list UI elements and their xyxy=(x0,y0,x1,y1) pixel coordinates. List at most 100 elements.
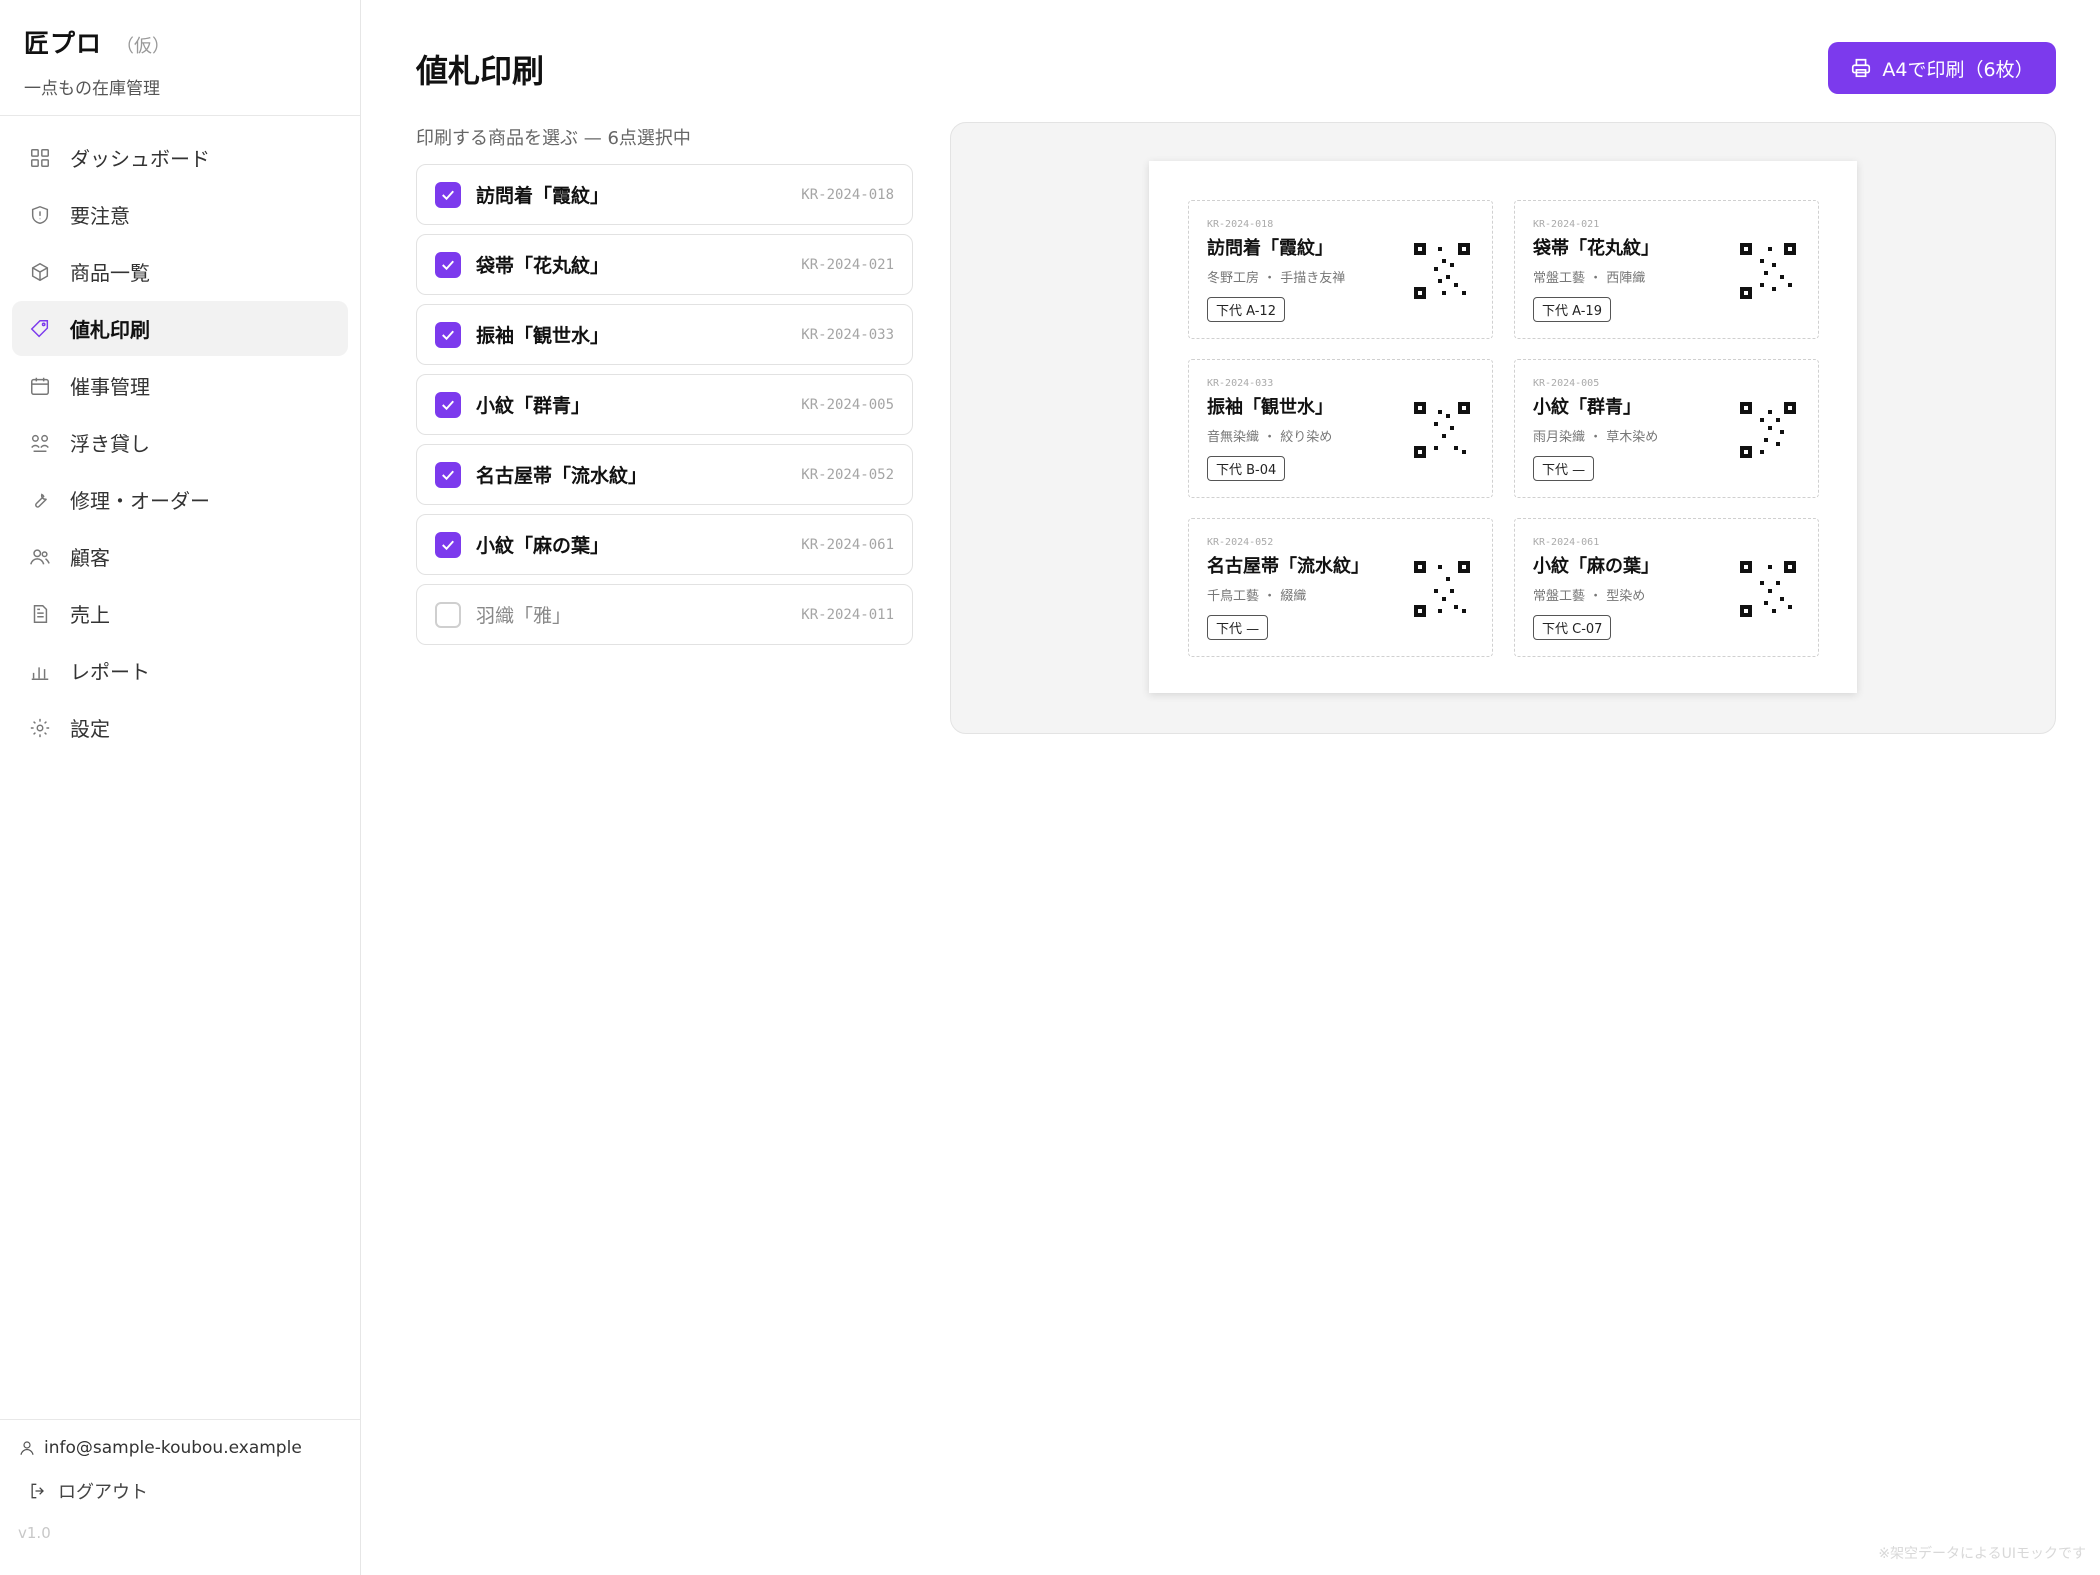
item-name: 羽織「雅」 xyxy=(476,605,572,627)
print-a4-button[interactable]: A4で印刷（6枚） xyxy=(1828,42,2056,94)
user-icon xyxy=(20,1441,34,1455)
users-icon xyxy=(28,545,52,569)
item-checkbox[interactable] xyxy=(435,601,461,628)
selection-summary: 印刷する商品を選ぶ — 6点選択中 xyxy=(416,128,691,149)
print-button-label: A4で印刷（6枚） xyxy=(1882,58,2034,81)
price-tag: KR-2024-005 小紋「群青」 雨月染織 ・ 草木染め 下代 — xyxy=(1514,359,1819,498)
tag-code: KR-2024-018 xyxy=(1207,219,1274,230)
sidebar-item-sales[interactable]: 売上 xyxy=(12,586,348,641)
user-account: info@sample-koubou.example xyxy=(18,1438,342,1458)
app-subtitle: 一点もの在庫管理 xyxy=(24,79,160,99)
app-title: 匠プロ xyxy=(24,29,103,58)
item-code: KR-2024-033 xyxy=(801,326,894,343)
sidebar-item-label: 要注意 xyxy=(70,204,130,228)
print-preview: KR-2024-018 訪問着「霞紋」 冬野工房 ・ 手描き友禅 下代 A-12… xyxy=(950,122,2056,734)
sidebar-nav: ダッシュボード 要注意 商品一覧 値札印刷 催事管理 浮き貸し 修理・オーダー xyxy=(0,116,360,771)
sidebar-item-label: ダッシュボード xyxy=(70,147,210,171)
sidebar-item-reports[interactable]: レポート xyxy=(12,643,348,698)
sidebar: 匠プロ （仮） 一点もの在庫管理 ダッシュボード 要注意 商品一覧 値札印刷 催… xyxy=(0,0,361,1575)
sidebar-item-products[interactable]: 商品一覧 xyxy=(12,244,348,299)
price-tag: KR-2024-061 小紋「麻の葉」 常盤工藝 ・ 型染め 下代 C-07 xyxy=(1514,518,1819,657)
qr-code-icon xyxy=(1414,402,1470,458)
wrench-icon xyxy=(28,488,52,512)
qr-code-icon xyxy=(1740,561,1796,617)
price-tag: KR-2024-052 名古屋帯「流水紋」 千鳥工藝 ・ 綴織 下代 — xyxy=(1188,518,1493,657)
item-checkbox[interactable] xyxy=(435,391,461,418)
sidebar-item-dashboard[interactable]: ダッシュボード xyxy=(12,130,348,185)
item-code: KR-2024-021 xyxy=(801,256,894,273)
tag-icon xyxy=(28,317,52,341)
list-item[interactable]: 名古屋帯「流水紋」 KR-2024-052 xyxy=(416,444,913,505)
tag-code: KR-2024-052 xyxy=(1207,537,1274,548)
printer-icon xyxy=(1852,58,1871,78)
box-icon xyxy=(28,260,52,284)
logout-label: ログアウト xyxy=(58,1482,148,1503)
page-title: 値札印刷 xyxy=(416,52,545,90)
list-item[interactable]: 羽織「雅」 KR-2024-011 xyxy=(416,584,913,645)
qr-code-icon xyxy=(1740,402,1796,458)
tag-code: KR-2024-033 xyxy=(1207,378,1274,389)
item-name: 袋帯「花丸紋」 xyxy=(476,255,610,277)
list-item[interactable]: 小紋「麻の葉」 KR-2024-061 xyxy=(416,514,913,575)
sidebar-item-repairs[interactable]: 修理・オーダー xyxy=(12,472,348,527)
sidebar-item-alerts[interactable]: 要注意 xyxy=(12,187,348,242)
tag-price: 下代 — xyxy=(1533,456,1595,481)
item-name: 小紋「群青」 xyxy=(476,395,591,417)
tag-price: 下代 A-12 xyxy=(1207,297,1285,322)
user-email: info@sample-koubou.example xyxy=(44,1438,302,1458)
tag-price: 下代 A-19 xyxy=(1533,297,1611,322)
sidebar-footer: info@sample-koubou.example ログアウト v1.0 xyxy=(0,1419,360,1575)
item-code: KR-2024-005 xyxy=(801,396,894,413)
check-icon xyxy=(442,330,454,340)
list-item[interactable]: 訪問着「霞紋」 KR-2024-018 xyxy=(416,164,913,225)
list-item[interactable]: 振袖「観世水」 KR-2024-033 xyxy=(416,304,913,365)
item-code: KR-2024-052 xyxy=(801,466,894,483)
sidebar-item-consignment[interactable]: 浮き貸し xyxy=(12,415,348,470)
sidebar-item-label: 修理・オーダー xyxy=(70,489,210,513)
item-checkbox[interactable] xyxy=(435,531,461,558)
list-item[interactable]: 袋帯「花丸紋」 KR-2024-021 xyxy=(416,234,913,295)
price-tag: KR-2024-018 訪問着「霞紋」 冬野工房 ・ 手描き友禅 下代 A-12 xyxy=(1188,200,1493,339)
check-icon xyxy=(442,190,454,200)
sidebar-item-label: レポート xyxy=(70,660,150,684)
item-name: 訪問着「霞紋」 xyxy=(476,185,610,207)
item-name: 名古屋帯「流水紋」 xyxy=(476,465,648,487)
item-name: 小紋「麻の葉」 xyxy=(476,535,610,557)
app-version: v1.0 xyxy=(18,1524,51,1542)
price-tag: KR-2024-033 振袖「観世水」 音無染織 ・ 絞り染め 下代 B-04 xyxy=(1188,359,1493,498)
item-code: KR-2024-011 xyxy=(801,606,894,623)
check-icon xyxy=(442,400,454,410)
sidebar-item-price-tags[interactable]: 値札印刷 xyxy=(12,301,348,356)
sidebar-item-label: 商品一覧 xyxy=(70,261,150,285)
tag-price: 下代 B-04 xyxy=(1207,456,1286,481)
grid-icon xyxy=(28,146,52,170)
sidebar-item-label: 値札印刷 xyxy=(70,318,150,342)
share-icon xyxy=(28,431,52,455)
sidebar-item-customers[interactable]: 顧客 xyxy=(12,529,348,584)
sidebar-item-label: 設定 xyxy=(70,717,110,741)
item-checkbox[interactable] xyxy=(435,321,461,348)
mock-footnote: ※架空データによるUIモックです xyxy=(1878,1546,2086,1562)
sidebar-item-label: 浮き貸し xyxy=(70,432,150,456)
sidebar-item-events[interactable]: 催事管理 xyxy=(12,358,348,413)
product-select-list: 訪問着「霞紋」 KR-2024-018 袋帯「花丸紋」 KR-2024-021 … xyxy=(416,164,913,654)
check-icon xyxy=(442,260,454,270)
tag-code: KR-2024-005 xyxy=(1533,378,1600,389)
sidebar-item-label: 催事管理 xyxy=(70,375,150,399)
qr-code-icon xyxy=(1740,243,1796,299)
calendar-icon xyxy=(28,374,52,398)
price-tag: KR-2024-021 袋帯「花丸紋」 常盤工藝 ・ 西陣織 下代 A-19 xyxy=(1514,200,1819,339)
price-tag-grid: KR-2024-018 訪問着「霞紋」 冬野工房 ・ 手描き友禅 下代 A-12… xyxy=(1188,200,1819,657)
item-checkbox[interactable] xyxy=(435,251,461,278)
item-checkbox[interactable] xyxy=(435,181,461,208)
sidebar-item-settings[interactable]: 設定 xyxy=(12,700,348,755)
tag-code: KR-2024-021 xyxy=(1533,219,1600,230)
item-checkbox[interactable] xyxy=(435,461,461,488)
check-icon xyxy=(442,540,454,550)
tag-code: KR-2024-061 xyxy=(1533,537,1600,548)
qr-code-icon xyxy=(1414,561,1470,617)
logout-button[interactable]: ログアウト xyxy=(18,1478,342,1504)
gear-icon xyxy=(28,716,52,740)
list-item[interactable]: 小紋「群青」 KR-2024-005 xyxy=(416,374,913,435)
bar-chart-icon xyxy=(28,659,52,683)
